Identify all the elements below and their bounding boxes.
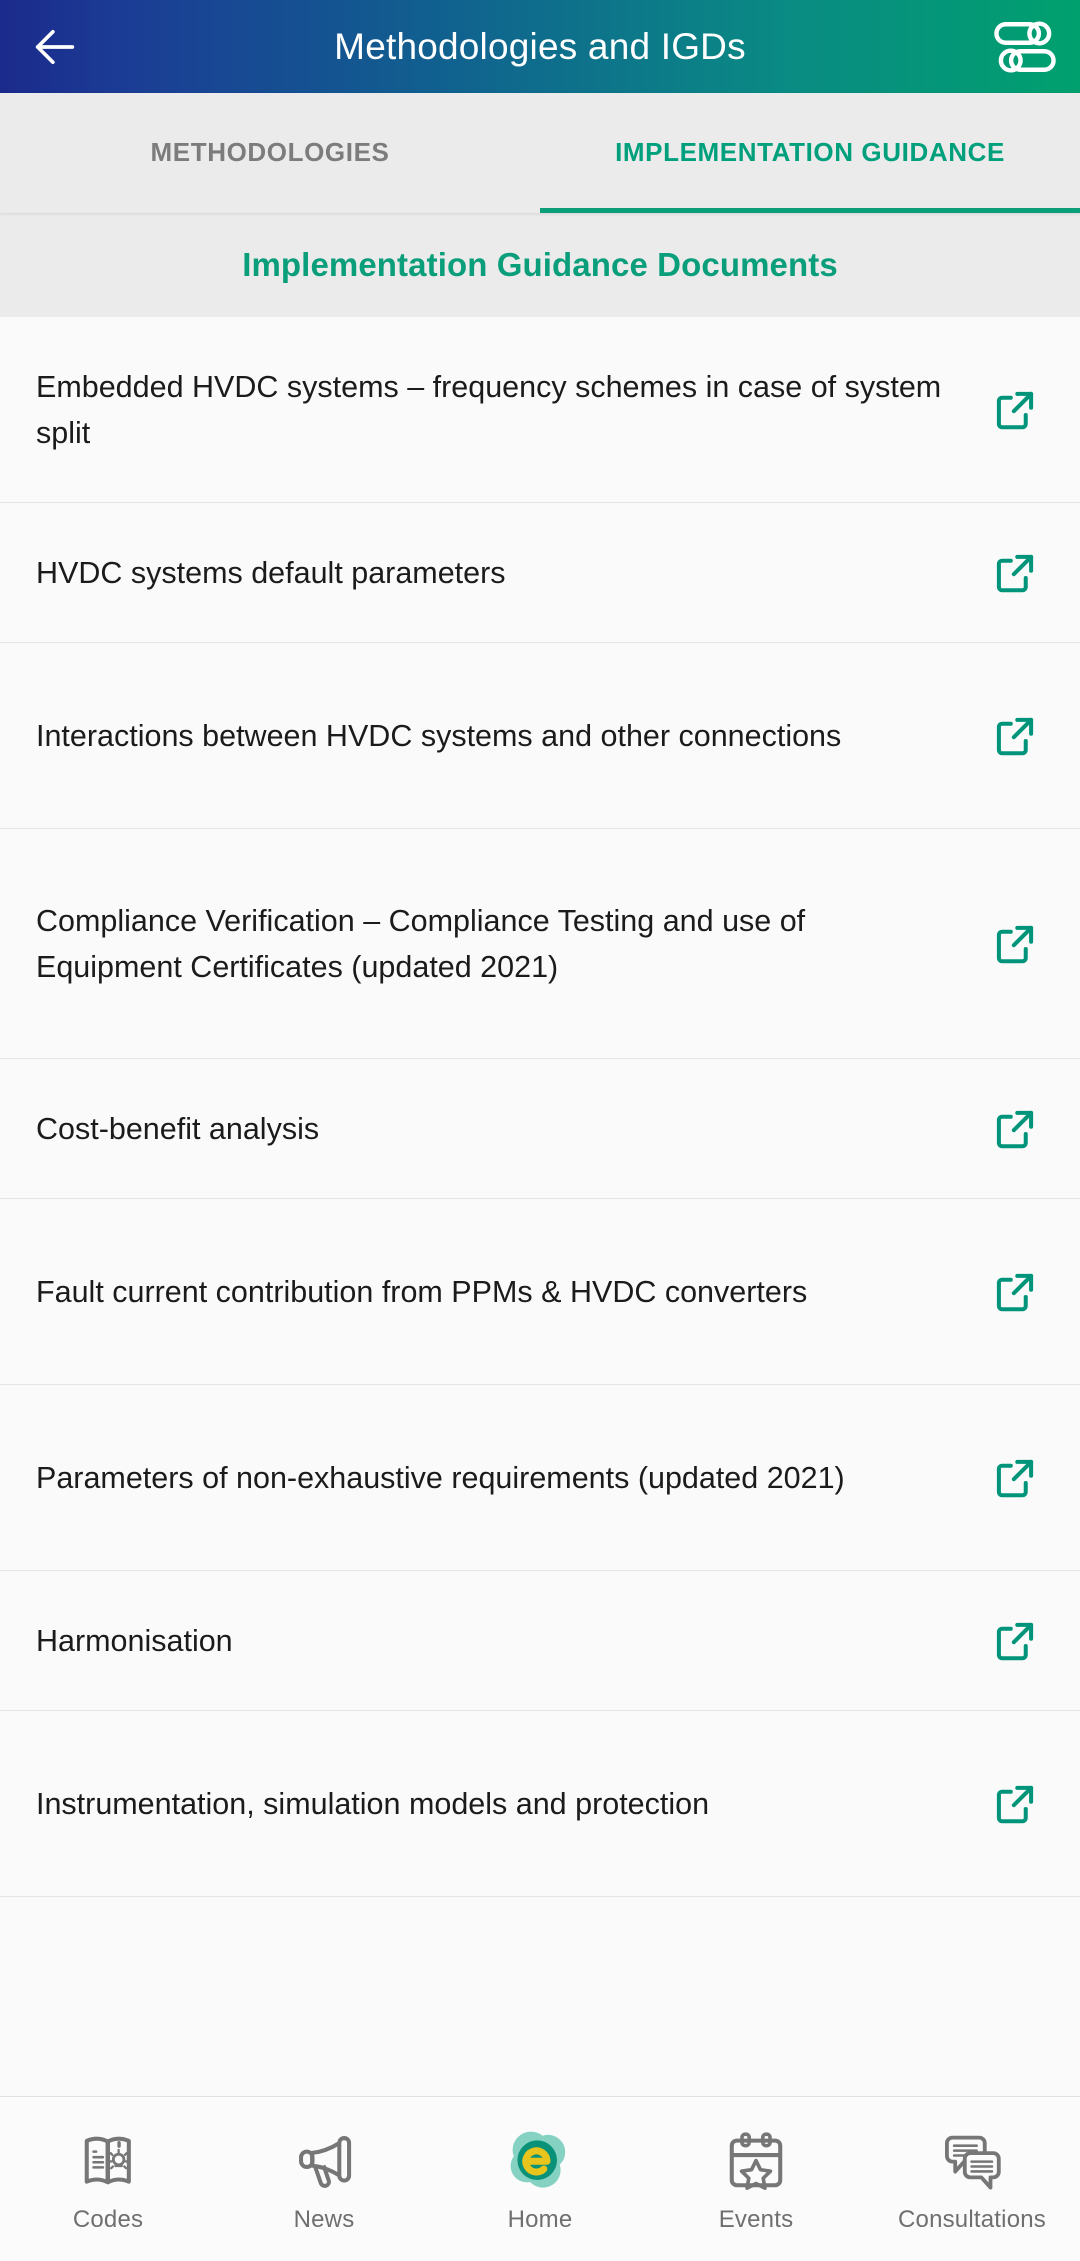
table-row[interactable]: Embedded HVDC systems – frequency scheme… <box>0 317 1080 503</box>
external-link-icon <box>996 1110 1034 1148</box>
external-link-icon <box>996 1622 1034 1660</box>
open-document-button[interactable] <box>980 1106 1044 1152</box>
filter-settings-button[interactable] <box>970 0 1080 93</box>
document-title: HVDC systems default parameters <box>36 555 506 590</box>
table-row[interactable]: HVDC systems default parameters <box>0 503 1080 643</box>
table-row[interactable]: Cost-benefit analysis <box>0 1059 1080 1199</box>
back-button[interactable] <box>0 0 110 93</box>
nav-item-consultations[interactable]: Consultations <box>864 2097 1080 2261</box>
tab-implementation-guidance[interactable]: IMPLEMENTATION GUIDANCE <box>540 93 1080 213</box>
app-bar: Methodologies and IGDs <box>0 0 1080 93</box>
external-link-icon <box>996 717 1034 755</box>
open-document-button[interactable] <box>980 387 1044 433</box>
tab-implementation-guidance-label: IMPLEMENTATION GUIDANCE <box>615 137 1005 168</box>
nav-item-news[interactable]: News <box>216 2097 432 2261</box>
calendar-star-icon <box>722 2124 790 2198</box>
bottom-navigation-bar: Codes News Home Events Consultations <box>0 2096 1080 2261</box>
nav-item-news-label: News <box>293 2206 355 2233</box>
nav-item-events[interactable]: Events <box>648 2097 864 2261</box>
tab-methodologies-label: METHODOLOGIES <box>150 137 390 168</box>
table-row[interactable]: Instrumentation, simulation models and p… <box>0 1711 1080 1897</box>
tab-methodologies[interactable]: METHODOLOGIES <box>0 93 540 213</box>
open-document-button[interactable] <box>980 550 1044 596</box>
document-title: Embedded HVDC systems – frequency scheme… <box>36 369 942 450</box>
document-title: Fault current contribution from PPMs & H… <box>36 1274 808 1309</box>
open-document-button[interactable] <box>980 1269 1044 1315</box>
open-document-button[interactable] <box>980 1781 1044 1827</box>
nav-item-home-label: Home <box>507 2206 573 2233</box>
nav-item-events-label: Events <box>718 2206 794 2233</box>
megaphone-icon <box>290 2124 358 2198</box>
open-document-button[interactable] <box>980 1455 1044 1501</box>
table-row[interactable]: Compliance Verification – Compliance Tes… <box>0 829 1080 1059</box>
document-title: Instrumentation, simulation models and p… <box>36 1786 710 1821</box>
external-link-icon <box>996 391 1034 429</box>
document-title: Cost-benefit analysis <box>36 1111 320 1146</box>
mobile-app-screen: Methodologies and IGDs METHODOLOGIES IMP… <box>0 0 1080 2261</box>
page-title: Methodologies and IGDs <box>334 25 746 67</box>
external-link-icon <box>996 554 1034 592</box>
document-title: Interactions between HVDC systems and ot… <box>36 718 842 753</box>
table-row[interactable]: Parameters of non-exhaustive requirement… <box>0 1385 1080 1571</box>
nav-item-codes[interactable]: Codes <box>0 2097 216 2261</box>
document-title: Parameters of non-exhaustive requirement… <box>36 1460 845 1495</box>
open-document-button[interactable] <box>980 1618 1044 1664</box>
section-header: Implementation Guidance Documents <box>0 213 1080 317</box>
nav-item-home[interactable]: Home <box>432 2097 648 2261</box>
document-title: Harmonisation <box>36 1623 233 1658</box>
tune-sliders-icon <box>994 20 1056 73</box>
document-title: Compliance Verification – Compliance Tes… <box>36 903 806 984</box>
entsoe-logo-icon <box>500 2124 580 2198</box>
table-row[interactable]: Interactions between HVDC systems and ot… <box>0 643 1080 829</box>
active-tab-indicator <box>540 208 1080 213</box>
arrow-left-icon <box>35 29 75 64</box>
document-list: Embedded HVDC systems – frequency scheme… <box>0 317 1080 2096</box>
table-row[interactable]: Fault current contribution from PPMs & H… <box>0 1199 1080 1385</box>
open-document-button[interactable] <box>980 713 1044 759</box>
external-link-icon <box>996 1459 1034 1497</box>
nav-item-codes-label: Codes <box>72 2206 144 2233</box>
nav-item-consultations-label: Consultations <box>897 2206 1047 2233</box>
open-document-button[interactable] <box>980 921 1044 967</box>
external-link-icon <box>996 925 1034 963</box>
chat-bubbles-icon <box>938 2124 1006 2198</box>
tab-bar: METHODOLOGIES IMPLEMENTATION GUIDANCE <box>0 93 1080 213</box>
book-lightbulb-icon <box>74 2124 142 2198</box>
external-link-icon <box>996 1273 1034 1311</box>
section-header-title: Implementation Guidance Documents <box>242 246 838 283</box>
external-link-icon <box>996 1785 1034 1823</box>
table-row[interactable]: Harmonisation <box>0 1571 1080 1711</box>
